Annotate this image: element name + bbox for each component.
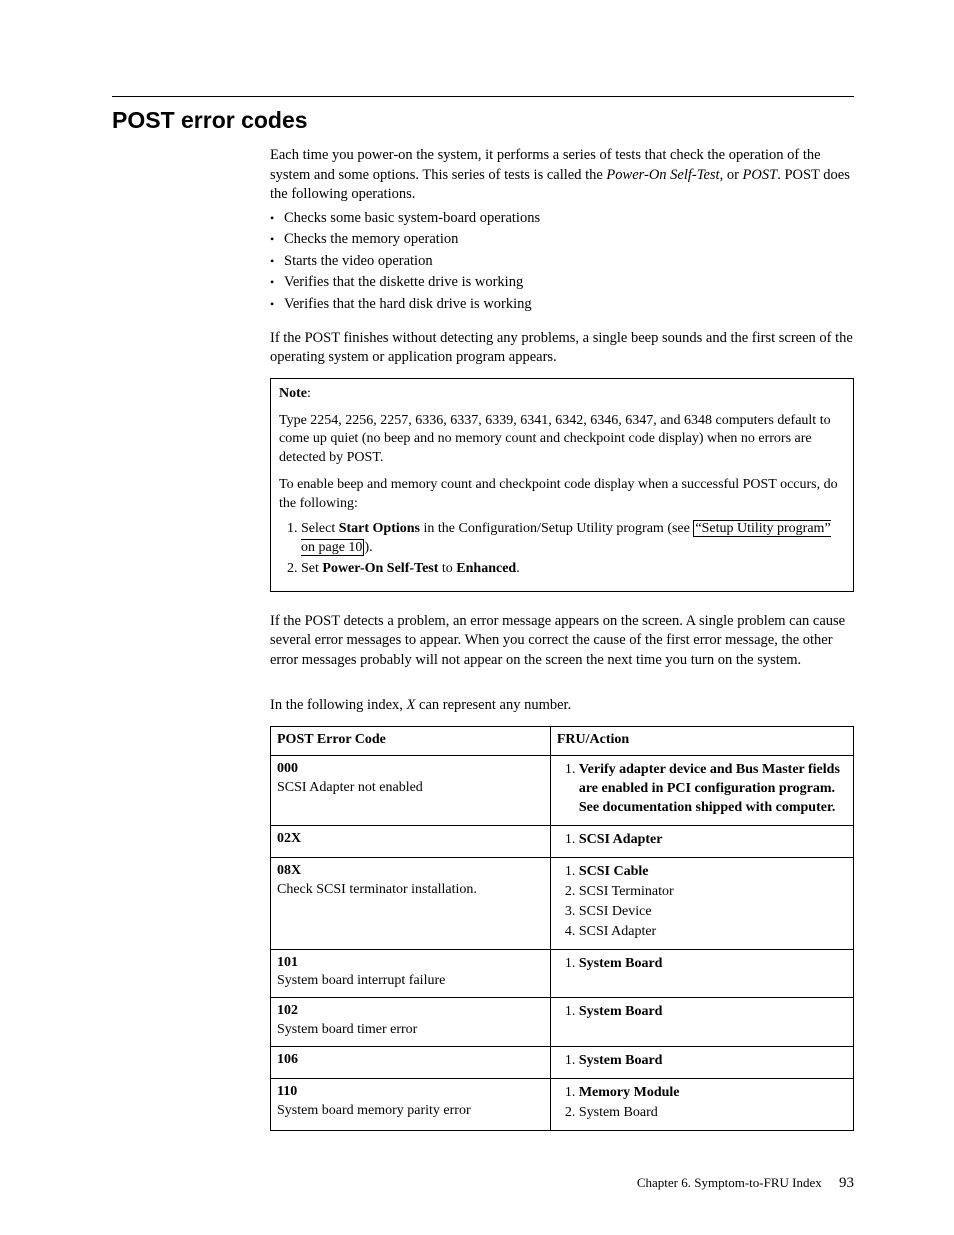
table-row: 08X Check SCSI terminator installation. SC… <box>271 857 854 949</box>
table-row: 000 SCSI Adapter not enabled Verify adapte… <box>271 756 854 826</box>
action-item: SCSI Terminator <box>579 883 847 902</box>
section-heading: POST error codes <box>112 105 854 136</box>
footer-page-number: 93 <box>839 1175 854 1191</box>
note-colon: : <box>307 386 311 401</box>
intro-bullet: Verifies that the diskette drive is work… <box>270 273 854 293</box>
intro-bullet: Checks some basic system-board operation… <box>270 209 854 229</box>
action-cell: SCSI Adapter <box>550 826 853 858</box>
intro-bullet: Checks the memory operation <box>270 230 854 250</box>
note-step2-d: Enhanced <box>456 561 516 576</box>
action-item: Verify adapter device and Bus Master fie… <box>579 761 847 818</box>
error-description: Check SCSI terminator installation. <box>277 882 477 897</box>
action-item: SCSI Device <box>579 903 847 922</box>
note-step-2: Set Power-On Self-Test to Enhanced. <box>301 560 845 579</box>
action-list: Verify adapter device and Bus Master fie… <box>557 761 847 818</box>
note-step2-e: . <box>516 561 520 576</box>
table-row: 101 System board interrupt failure System … <box>271 949 854 998</box>
error-code: 000 <box>277 761 298 776</box>
note-p2: To enable beep and memory count and chec… <box>279 476 845 514</box>
after-note-p1: If the POST detects a problem, an error … <box>270 612 854 671</box>
action-cell: System Board <box>550 998 853 1047</box>
note-step2-b: Power-On Self-Test <box>322 561 438 576</box>
note-step1-bold: Start Options <box>339 521 420 536</box>
error-code: 101 <box>277 955 298 970</box>
page-footer: Chapter 6. Symptom-to-FRU Index 93 <box>637 1173 854 1193</box>
intro-p1-italic2: POST <box>743 167 778 183</box>
error-description: System board memory parity error <box>277 1103 471 1118</box>
col-header-code: POST Error Code <box>271 726 551 756</box>
error-code: 102 <box>277 1003 298 1018</box>
table-header-row: POST Error Code FRU/Action <box>271 726 854 756</box>
action-cell: SCSI CableSCSI TerminatorSCSI DeviceSCSI… <box>550 857 853 949</box>
intro-p1-italic1: Power-On Self-Test <box>606 167 719 183</box>
table-row: 106 System Board <box>271 1047 854 1079</box>
error-description: SCSI Adapter not enabled <box>277 780 423 795</box>
error-description: System board interrupt failure <box>277 973 445 988</box>
action-cell: System Board <box>550 949 853 998</box>
page: POST error codes Each time you power-on … <box>0 0 954 1235</box>
action-list: System Board <box>557 955 847 974</box>
after-note-p2-a: In the following index, <box>270 697 407 713</box>
action-list: SCSI Adapter <box>557 831 847 850</box>
after-note-p2-b: can represent any number. <box>415 697 571 713</box>
code-cell: 000 SCSI Adapter not enabled <box>271 756 551 826</box>
action-item: SCSI Cable <box>579 863 847 882</box>
action-cell: Verify adapter device and Bus Master fie… <box>550 756 853 826</box>
code-cell: 102 System board timer error <box>271 998 551 1047</box>
intro-bullet: Starts the video operation <box>270 252 854 272</box>
action-cell: Memory ModuleSystem Board <box>550 1078 853 1130</box>
error-code: 106 <box>277 1052 298 1067</box>
action-item: System Board <box>579 1104 847 1123</box>
note-p1: Type 2254, 2256, 2257, 6336, 6337, 6339,… <box>279 412 845 469</box>
table-row: 110 System board memory parity error Memor… <box>271 1078 854 1130</box>
error-code: 110 <box>277 1084 297 1099</box>
code-cell: 110 System board memory parity error <box>271 1078 551 1130</box>
note-box: Note: Type 2254, 2256, 2257, 6336, 6337,… <box>270 378 854 592</box>
action-item: System Board <box>579 1003 847 1022</box>
note-step1-a: Select <box>301 521 339 536</box>
note-step1-d: ). <box>364 540 372 555</box>
intro-p1-b: , or <box>720 167 743 183</box>
action-item: System Board <box>579 1052 847 1071</box>
intro-paragraph-2: If the POST finishes without detecting a… <box>270 329 854 368</box>
body-column: Each time you power-on the system, it pe… <box>270 146 854 1131</box>
code-cell: 08X Check SCSI terminator installation. <box>271 857 551 949</box>
note-label: Note <box>279 386 307 401</box>
rule-top <box>112 96 854 97</box>
note-step-1: Select Start Options in the Configuratio… <box>301 520 845 558</box>
table-row: 02X SCSI Adapter <box>271 826 854 858</box>
action-item: System Board <box>579 955 847 974</box>
action-item: SCSI Adapter <box>579 923 847 942</box>
post-error-table: POST Error Code FRU/Action 000 SCSI Adapt… <box>270 726 854 1131</box>
table-row: 102 System board timer error System Board <box>271 998 854 1047</box>
action-cell: System Board <box>550 1047 853 1079</box>
action-item: SCSI Adapter <box>579 831 847 850</box>
code-cell: 106 <box>271 1047 551 1079</box>
action-list: SCSI CableSCSI TerminatorSCSI DeviceSCSI… <box>557 863 847 942</box>
error-code: 08X <box>277 863 301 878</box>
code-cell: 101 System board interrupt failure <box>271 949 551 998</box>
action-list: System Board <box>557 1003 847 1022</box>
note-step2-a: Set <box>301 561 322 576</box>
error-description: System board timer error <box>277 1022 417 1037</box>
note-step1-c: in the Configuration/Setup Utility progr… <box>420 521 693 536</box>
intro-paragraph-1: Each time you power-on the system, it pe… <box>270 146 854 205</box>
intro-bullet: Verifies that the hard disk drive is wor… <box>270 295 854 315</box>
col-header-action: FRU/Action <box>550 726 853 756</box>
note-step2-c: to <box>438 561 456 576</box>
footer-chapter: Chapter 6. Symptom-to-FRU Index <box>637 1175 822 1190</box>
error-code: 02X <box>277 831 301 846</box>
note-steps: Select Start Options in the Configuratio… <box>279 520 845 579</box>
after-note-p2: In the following index, X can represent … <box>270 696 854 716</box>
action-item: Memory Module <box>579 1084 847 1103</box>
action-list: System Board <box>557 1052 847 1071</box>
code-cell: 02X <box>271 826 551 858</box>
action-list: Memory ModuleSystem Board <box>557 1084 847 1123</box>
intro-bullet-list: Checks some basic system-board operation… <box>270 209 854 315</box>
